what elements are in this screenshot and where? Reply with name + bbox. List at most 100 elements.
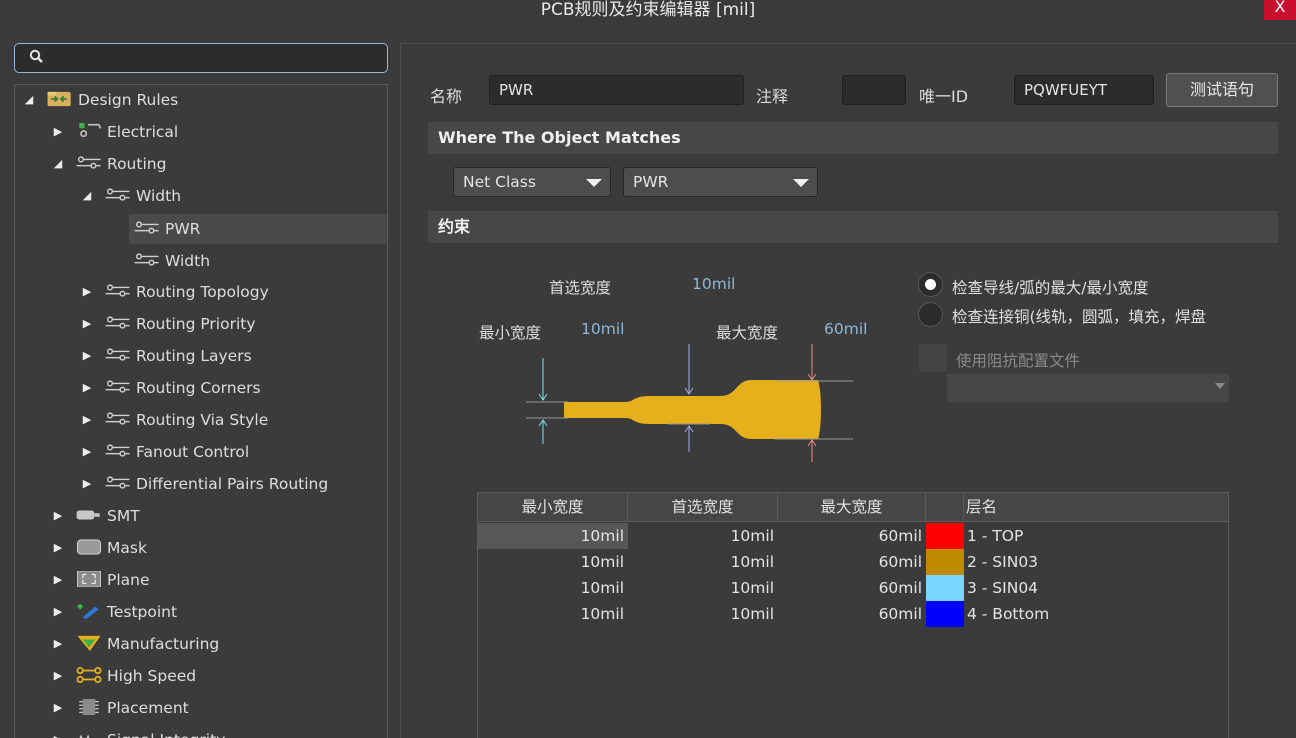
tree-item[interactable]: ▶ High Speed — [15, 661, 387, 691]
impedance-profile-checkbox[interactable] — [918, 343, 948, 373]
layer-color-swatch[interactable] — [926, 523, 964, 549]
tree-item-label: Manufacturing — [107, 635, 220, 653]
name-field[interactable]: PWR — [489, 75, 744, 105]
cell-max-width[interactable]: 60mil — [778, 601, 926, 627]
tree-item[interactable]: ▶ Routing Priority — [15, 309, 387, 339]
expand-arrow-icon[interactable]: ▶ — [52, 117, 64, 147]
column-header-layer[interactable]: 层名 — [964, 493, 1228, 522]
trace-width-diagram — [526, 344, 853, 462]
tree-item[interactable]: ▶ Signal Integrity — [15, 725, 387, 738]
tree-item[interactable]: ▶ Electrical — [15, 117, 387, 147]
electrical-icon — [79, 123, 102, 138]
collapse-arrow-icon[interactable]: ◢ — [23, 85, 35, 115]
tree-item[interactable]: PWR — [129, 214, 387, 244]
testpoint-icon — [77, 603, 99, 619]
expand-arrow-icon[interactable]: ▶ — [52, 629, 64, 659]
close-button[interactable]: X — [1264, 0, 1296, 20]
preferred-width-value[interactable]: 10mil — [692, 275, 735, 293]
routing-rule-icon — [105, 348, 130, 361]
column-header-max-width[interactable]: 最大宽度 — [778, 493, 926, 522]
expand-arrow-icon[interactable]: ▶ — [52, 533, 64, 563]
column-header-color[interactable] — [926, 493, 964, 522]
cell-max-width[interactable]: 60mil — [778, 575, 926, 601]
cell-min-width[interactable]: 10mil — [478, 523, 628, 549]
cell-preferred-width[interactable]: 10mil — [628, 523, 778, 549]
tree-item[interactable]: ▶ Manufacturing — [15, 629, 387, 659]
chevron-down-icon — [793, 179, 809, 187]
max-width-value[interactable]: 60mil — [824, 320, 867, 338]
cell-preferred-width[interactable]: 10mil — [628, 575, 778, 601]
tree-item[interactable]: ▶ Routing Corners — [15, 373, 387, 403]
cell-min-width[interactable]: 10mil — [478, 575, 628, 601]
column-header-min-width[interactable]: 最小宽度 — [478, 493, 628, 522]
expand-arrow-icon[interactable]: ▶ — [81, 373, 93, 403]
tree-item[interactable]: ▶ Fanout Control — [15, 437, 387, 467]
tree-item[interactable]: ▶ Mask — [15, 533, 387, 563]
unique-id-field[interactable]: PQWFUEYT — [1014, 75, 1154, 105]
cell-max-width[interactable]: 60mil — [778, 549, 926, 575]
routing-rule-icon — [105, 316, 130, 329]
expand-arrow-icon[interactable]: ▶ — [81, 405, 93, 435]
tree-item[interactable]: ◢ Routing — [15, 149, 387, 179]
window-title: PCB规则及约束编辑器 [mil] — [540, 0, 756, 20]
comment-field[interactable] — [842, 75, 906, 105]
table-row[interactable]: 10mil 10mil 60mil 4 - Bottom — [478, 601, 1228, 627]
search-input[interactable] — [14, 43, 388, 73]
tree-item-label: Routing Priority — [136, 315, 256, 333]
routing-rule-icon — [105, 380, 130, 393]
expand-arrow-icon[interactable]: ▶ — [81, 469, 93, 499]
routing-rule-icon — [105, 444, 130, 457]
cell-min-width[interactable]: 10mil — [478, 601, 628, 627]
tree-item[interactable]: ▶ Routing Via Style — [15, 405, 387, 435]
tree-item[interactable]: ▶ Testpoint — [15, 597, 387, 627]
expand-arrow-icon[interactable]: ▶ — [81, 437, 93, 467]
match-class-select[interactable]: PWR — [623, 167, 818, 197]
layer-color-swatch[interactable] — [926, 549, 964, 575]
tree-item-label: Mask — [107, 539, 147, 557]
check-track-width-radio[interactable] — [918, 272, 943, 297]
match-type-select[interactable]: Net Class — [453, 167, 611, 197]
impedance-profile-label: 使用阻抗配置文件 — [956, 352, 1081, 370]
cell-max-width[interactable]: 60mil — [778, 523, 926, 549]
tree-item[interactable]: ◢ Width — [15, 181, 387, 211]
cell-min-width[interactable]: 10mil — [478, 549, 628, 575]
tree-item[interactable]: ▶ Placement — [15, 693, 387, 723]
min-width-value[interactable]: 10mil — [581, 320, 624, 338]
match-class-value: PWR — [633, 173, 669, 191]
tree-item-label: Plane — [107, 571, 150, 589]
tree-item-label: Signal Integrity — [107, 725, 225, 738]
expand-arrow-icon[interactable]: ▶ — [52, 565, 64, 595]
layer-color-swatch[interactable] — [926, 575, 964, 601]
test-query-button[interactable]: 测试语句 — [1166, 73, 1278, 107]
tree-item[interactable]: ▶ SMT — [15, 501, 387, 531]
expand-arrow-icon[interactable]: ▶ — [52, 661, 64, 691]
check-connected-copper-radio[interactable] — [918, 302, 943, 327]
expand-arrow-icon[interactable]: ▶ — [52, 725, 64, 738]
design-rules-folder-icon — [47, 91, 71, 107]
tree-item-label: Placement — [107, 699, 189, 717]
expand-arrow-icon[interactable]: ▶ — [81, 341, 93, 371]
tree-item[interactable]: Width — [15, 246, 387, 276]
placement-icon — [79, 699, 99, 715]
cell-preferred-width[interactable]: 10mil — [628, 549, 778, 575]
expand-arrow-icon[interactable]: ▶ — [52, 597, 64, 627]
table-row[interactable]: 10mil 10mil 60mil 3 - SIN04 — [478, 575, 1228, 601]
table-row[interactable]: 10mil 10mil 60mil 1 - TOP — [478, 523, 1228, 549]
collapse-arrow-icon[interactable]: ◢ — [52, 149, 64, 179]
layer-color-swatch[interactable] — [926, 601, 964, 627]
collapse-arrow-icon[interactable]: ◢ — [81, 181, 93, 211]
table-row[interactable]: 10mil 10mil 60mil 2 - SIN03 — [478, 549, 1228, 575]
tree-item[interactable]: ▶ Differential Pairs Routing — [15, 469, 387, 499]
tree-item[interactable]: ▶ Plane — [15, 565, 387, 595]
tree-item[interactable]: ◢ Design Rules — [15, 85, 387, 115]
expand-arrow-icon[interactable]: ▶ — [81, 277, 93, 307]
expand-arrow-icon[interactable]: ▶ — [81, 309, 93, 339]
impedance-profile-select[interactable] — [946, 373, 1230, 403]
column-header-preferred-width[interactable]: 首选宽度 — [628, 493, 778, 522]
expand-arrow-icon[interactable]: ▶ — [52, 693, 64, 723]
cell-preferred-width[interactable]: 10mil — [628, 601, 778, 627]
comment-label: 注释 — [756, 87, 789, 106]
expand-arrow-icon[interactable]: ▶ — [52, 501, 64, 531]
tree-item[interactable]: ▶ Routing Layers — [15, 341, 387, 371]
tree-item[interactable]: ▶ Routing Topology — [15, 277, 387, 307]
